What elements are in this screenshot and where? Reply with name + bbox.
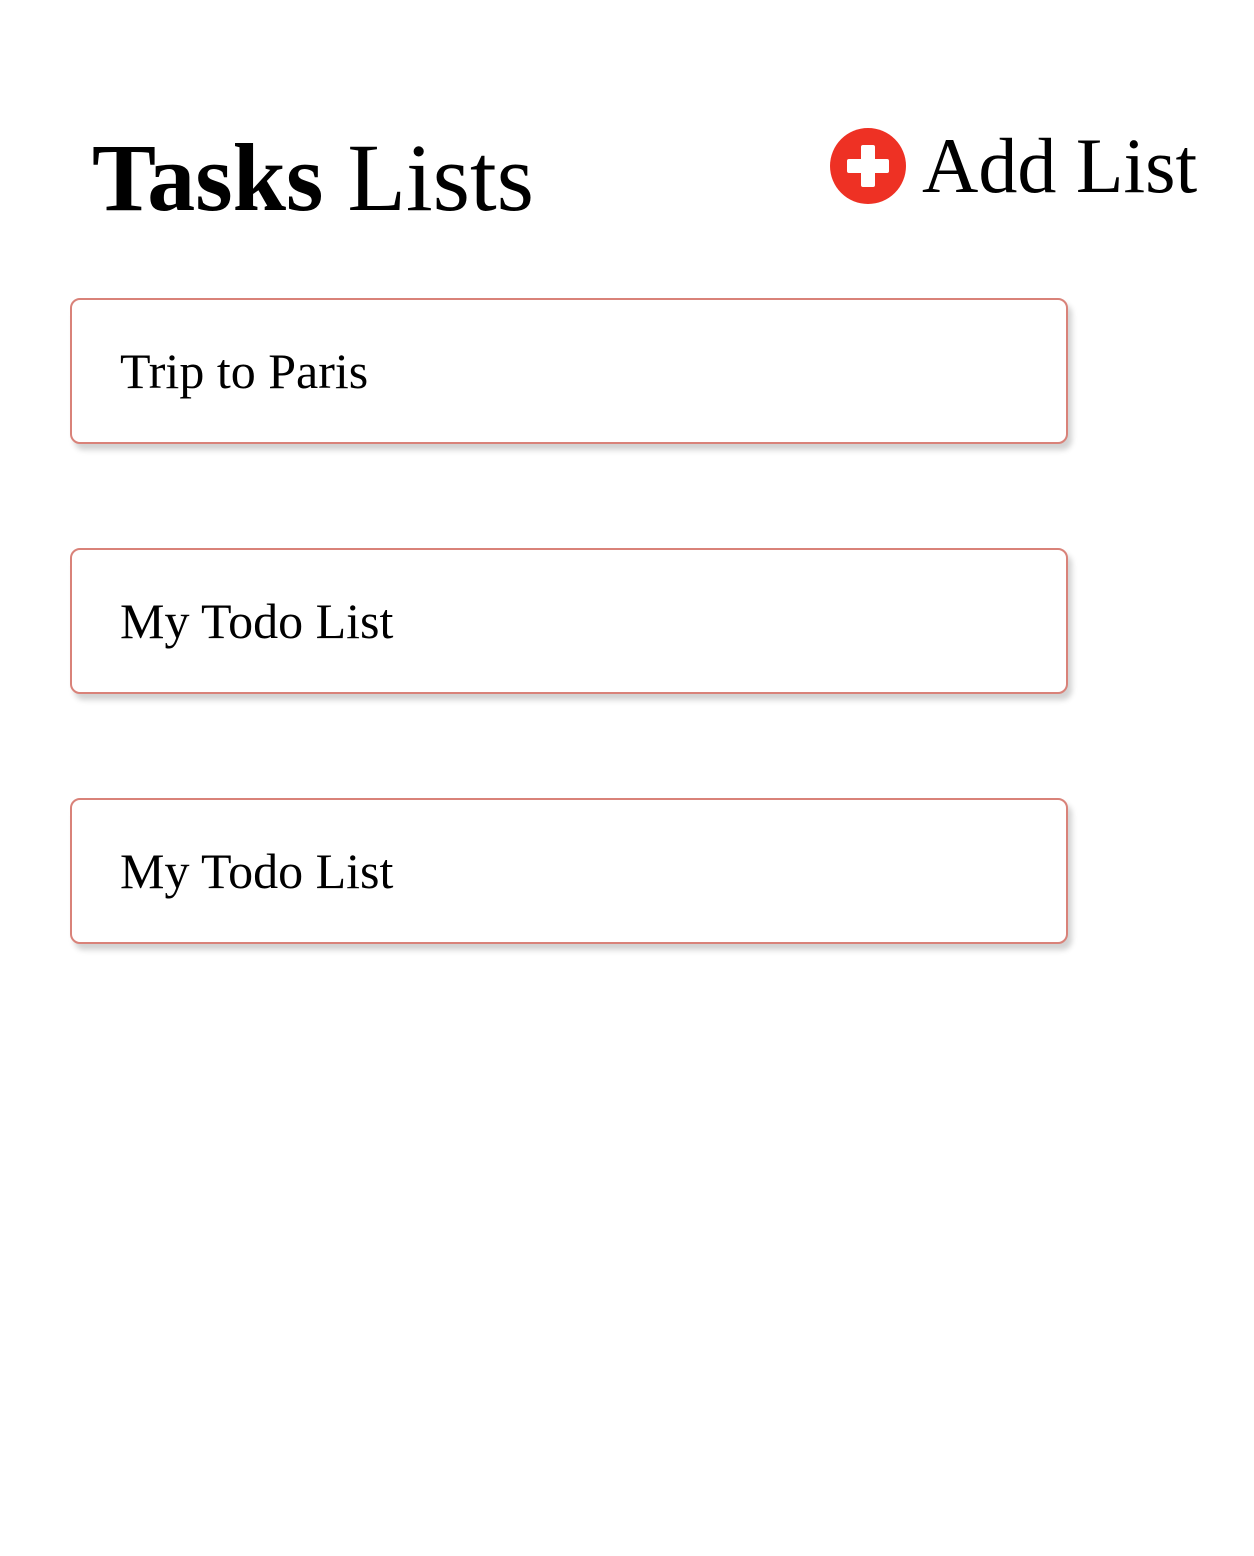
add-list-label: Add List	[922, 122, 1198, 209]
page-header: Tasks Lists Add List	[0, 0, 1254, 260]
page-title-rest: Lists	[347, 124, 535, 231]
add-list-button[interactable]: Add List	[830, 124, 1197, 208]
page-title-strong: Tasks	[92, 124, 324, 231]
list-card-trip-to-paris[interactable]: Trip to Paris	[70, 298, 1068, 444]
plus-circle-icon	[830, 128, 906, 204]
list-card-title: My Todo List	[120, 593, 394, 649]
list-card-my-todo-list[interactable]: My Todo List	[70, 548, 1068, 694]
list-card-my-todo-list-2[interactable]: My Todo List	[70, 798, 1068, 944]
task-lists: Trip to Paris My Todo List My Todo List	[70, 298, 1068, 1048]
list-card-title: My Todo List	[120, 843, 394, 899]
list-card-title: Trip to Paris	[120, 343, 369, 399]
page-title: Tasks Lists	[92, 118, 534, 238]
